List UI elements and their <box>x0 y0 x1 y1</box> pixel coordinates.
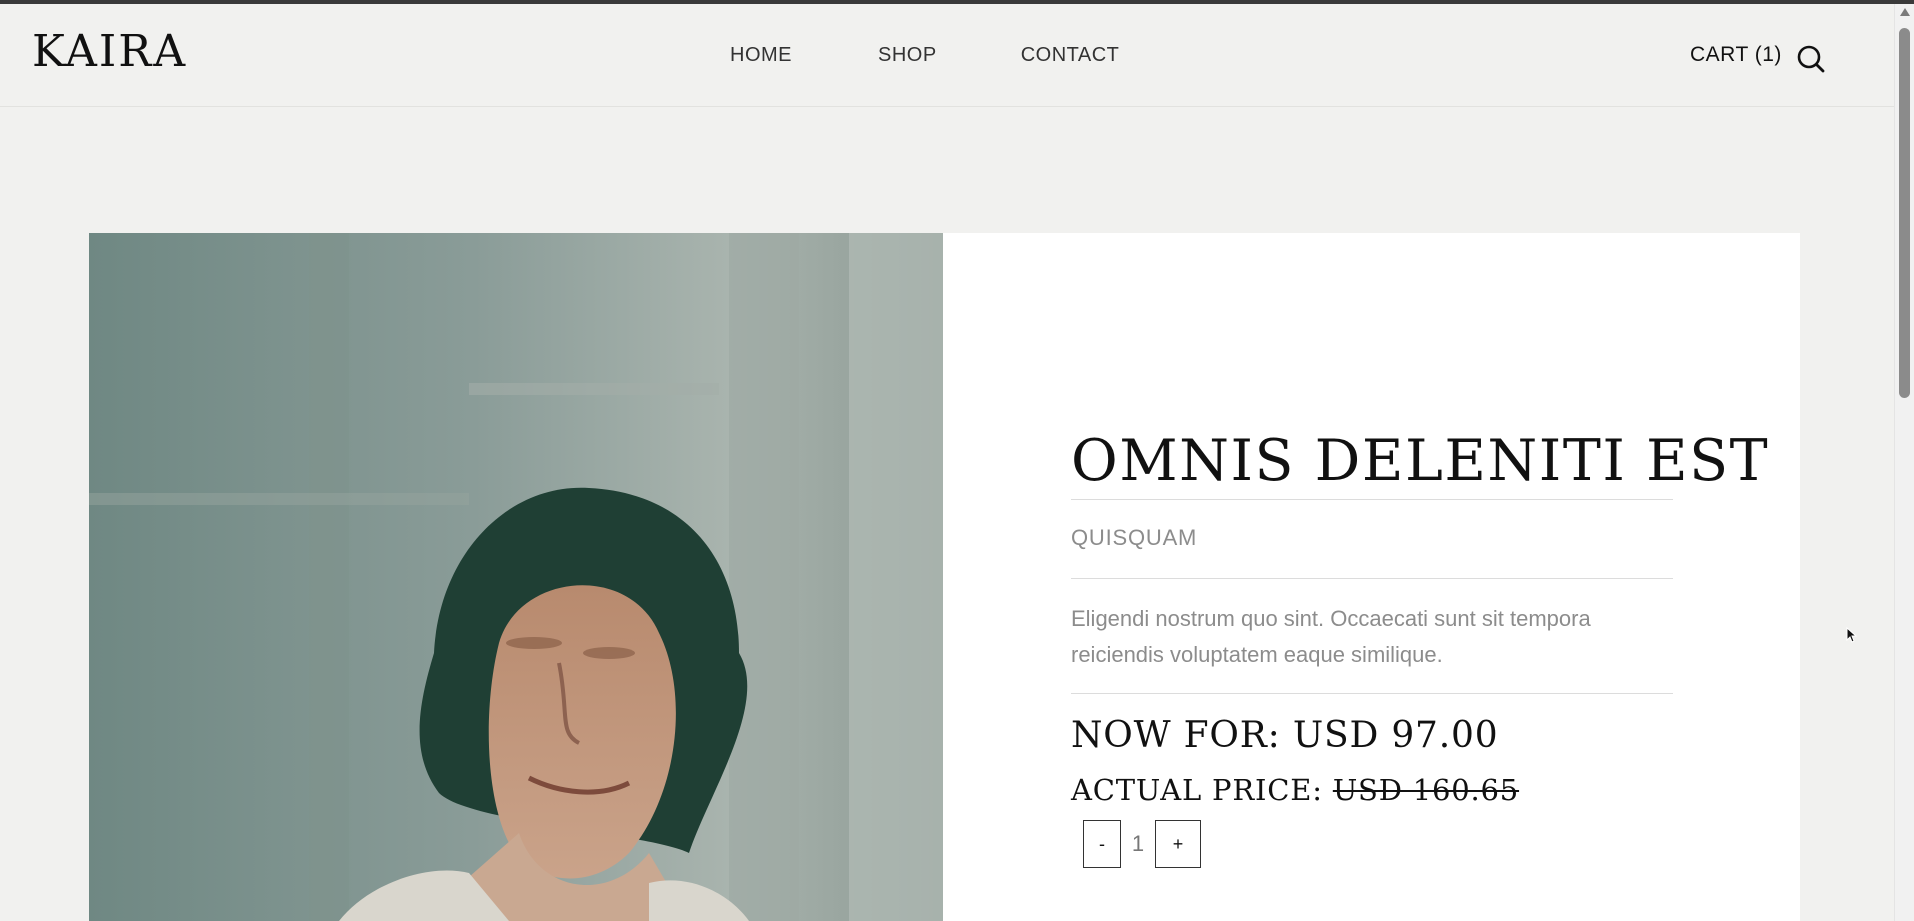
sale-price-value: USD 97.00 <box>1292 715 1499 756</box>
nav-contact[interactable]: CONTACT <box>1021 44 1120 67</box>
product-category[interactable]: QUISQUAM <box>1071 525 1197 551</box>
quantity-value[interactable]: 1 <box>1121 831 1155 857</box>
site-header: KAIRA HOME SHOP CONTACT CART (1) <box>0 4 1895 107</box>
product-title: OMNIS DELENITI EST <box>1071 428 1770 495</box>
quantity-decrease-button[interactable]: - <box>1083 820 1121 868</box>
scroll-thumb[interactable] <box>1899 28 1910 398</box>
product-photo <box>89 233 943 921</box>
quantity-increase-button[interactable]: + <box>1155 820 1201 868</box>
sale-price-label: NOW FOR: <box>1071 715 1281 756</box>
nav-shop[interactable]: SHOP <box>878 44 937 67</box>
original-price-label: ACTUAL PRICE: <box>1071 773 1323 807</box>
divider <box>1071 578 1673 579</box>
product-photo-illustration <box>89 233 943 921</box>
logo[interactable]: KAIRA <box>32 30 187 74</box>
sale-price: NOW FOR: USD 97.00 <box>1071 715 1498 756</box>
quantity-stepper: - 1 + <box>1083 820 1201 868</box>
mouse-cursor-icon <box>1846 626 1858 643</box>
main-nav: HOME SHOP CONTACT <box>730 44 1119 67</box>
search-icon[interactable] <box>1796 44 1826 74</box>
original-price: ACTUAL PRICE: USD 160.65 <box>1071 773 1519 807</box>
divider <box>1071 499 1673 500</box>
scroll-up-arrow-icon[interactable] <box>1900 8 1910 16</box>
cart-link[interactable]: CART (1) <box>1690 43 1782 67</box>
original-price-value: USD 160.65 <box>1332 773 1520 807</box>
scrollbar[interactable] <box>1894 4 1914 921</box>
product-description: Eligendi nostrum quo sint. Occaecati sun… <box>1071 606 1591 667</box>
product-details-panel: OMNIS DELENITI EST QUISQUAM Eligendi nos… <box>943 233 1800 921</box>
divider <box>1071 693 1673 694</box>
nav-home[interactable]: HOME <box>730 44 792 67</box>
